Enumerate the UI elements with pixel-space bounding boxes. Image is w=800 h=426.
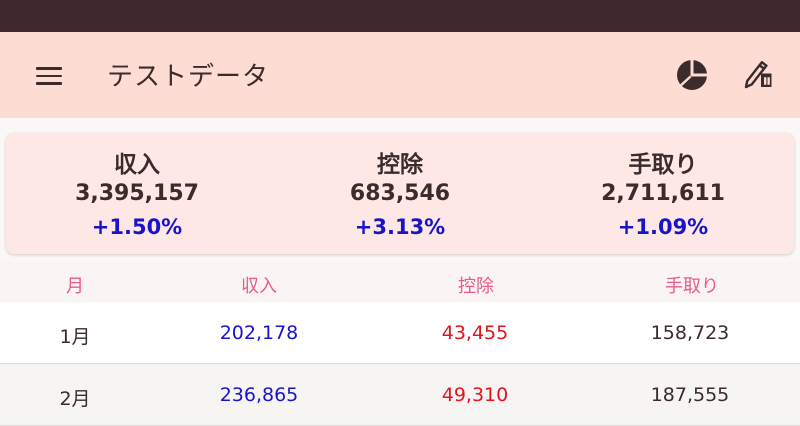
summary-label: 控除	[377, 152, 423, 178]
summary-change: +3.13%	[354, 215, 446, 239]
menu-icon[interactable]	[36, 67, 62, 85]
header-net: 手取り	[665, 276, 719, 297]
cell-deduction: 43,455	[441, 322, 509, 344]
cell-income: 202,178	[219, 322, 299, 344]
header-deduction: 控除	[458, 276, 494, 297]
cell-net: 158,723	[650, 322, 730, 344]
table-row[interactable]: 2月 236,865 49,310 187,555	[0, 364, 800, 426]
cell-month: 1月	[59, 326, 91, 348]
summary-value: 2,711,611	[601, 181, 725, 206]
summary-change: +1.50%	[91, 215, 183, 239]
summary-label: 収入	[114, 152, 160, 178]
pie-chart-icon[interactable]	[674, 57, 710, 93]
summary-change: +1.09%	[617, 215, 709, 239]
header-month: 月	[66, 276, 84, 297]
summary-card: 収入 3,395,157 +1.50% 控除 683,546 +3.13% 手取…	[6, 133, 794, 254]
edit-icon[interactable]	[740, 57, 776, 93]
cell-deduction: 49,310	[441, 384, 509, 406]
summary-income: 収入 3,395,157 +1.50%	[6, 133, 268, 254]
table-row[interactable]: 1月 202,178 43,455 158,723	[0, 302, 800, 364]
app-bar: テストデータ	[0, 32, 800, 118]
summary-deduction: 控除 683,546 +3.13%	[269, 133, 531, 254]
header-income: 収入	[241, 276, 277, 297]
cell-month: 2月	[59, 388, 91, 410]
summary-value: 683,546	[349, 181, 451, 206]
status-bar	[0, 0, 800, 32]
summary-label: 手取り	[628, 152, 698, 178]
page-title: テストデータ	[107, 62, 270, 92]
cell-net: 187,555	[650, 384, 730, 406]
summary-net: 手取り 2,711,611 +1.09%	[532, 133, 794, 254]
summary-value: 3,395,157	[75, 181, 199, 206]
table-header: 月 収入 控除 手取り	[0, 262, 800, 302]
cell-income: 236,865	[219, 384, 299, 406]
